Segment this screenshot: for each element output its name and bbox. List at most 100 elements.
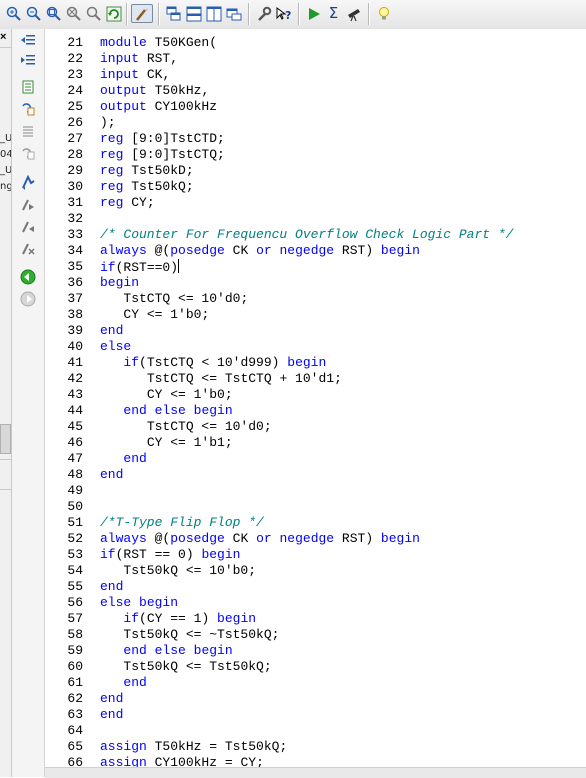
- bookmark-prev-icon[interactable]: [19, 219, 37, 235]
- code-line[interactable]: end: [100, 675, 146, 691]
- run-icon[interactable]: [304, 4, 323, 23]
- code-line[interactable]: end: [100, 691, 123, 707]
- comment-block-icon[interactable]: [19, 79, 37, 95]
- code-line[interactable]: input RST,: [100, 51, 178, 67]
- line-number: 48: [67, 467, 83, 482]
- refresh-icon[interactable]: [104, 4, 123, 23]
- code-line[interactable]: if(CY == 1) begin: [100, 611, 256, 627]
- line-number: 57: [67, 611, 83, 626]
- code-line[interactable]: output CY100kHz: [100, 99, 217, 115]
- window-arrange-icon[interactable]: [224, 4, 243, 23]
- code-line[interactable]: assign T50kHz = Tst50kQ;: [100, 739, 287, 755]
- tile-horizontal-icon[interactable]: [184, 4, 203, 23]
- line-number: 27: [67, 131, 83, 146]
- go-forward-icon[interactable]: [19, 291, 37, 307]
- lightbulb-icon[interactable]: [374, 4, 393, 23]
- select-icon[interactable]: [131, 4, 153, 23]
- code-line[interactable]: end: [100, 451, 146, 467]
- telescope-icon[interactable]: [344, 4, 363, 23]
- code-line[interactable]: if(TstCTQ < 10'd999) begin: [100, 355, 326, 371]
- horizontal-scrollbar[interactable]: [45, 767, 586, 778]
- svg-text:?: ?: [285, 9, 291, 22]
- line-number: 37: [67, 291, 83, 306]
- line-number: 32: [67, 211, 83, 226]
- code-line[interactable]: end: [100, 323, 123, 339]
- code-line[interactable]: end else begin: [100, 643, 232, 659]
- code-line[interactable]: reg [9:0]TstCTD;: [100, 131, 225, 147]
- code-line[interactable]: Tst50kQ <= 10'b0;: [100, 563, 256, 579]
- code-line[interactable]: Tst50kQ <= Tst50kQ;: [100, 659, 271, 675]
- code-line[interactable]: reg [9:0]TstCTQ;: [100, 147, 225, 163]
- code-line[interactable]: reg Tst50kQ;: [100, 179, 194, 195]
- code-line[interactable]: CY <= 1'b1;: [100, 435, 233, 451]
- line-number: 21: [67, 35, 83, 50]
- tile-vertical-icon[interactable]: [204, 4, 223, 23]
- bookmark-next-icon[interactable]: [19, 197, 37, 213]
- line-number: 25: [67, 99, 83, 114]
- code-line[interactable]: always @(posedge CK or negedge RST) begi…: [100, 243, 420, 259]
- code-line[interactable]: end: [100, 467, 123, 483]
- code-line[interactable]: );: [100, 115, 116, 131]
- line-number: 56: [67, 595, 83, 610]
- zoom-out-icon[interactable]: [24, 4, 43, 23]
- code-line[interactable]: end: [100, 579, 123, 595]
- toolbar-separator: [248, 3, 250, 25]
- line-number: 53: [67, 547, 83, 562]
- bookmark-toggle-icon[interactable]: [19, 175, 37, 191]
- code-line[interactable]: /* Counter For Frequencu Overflow Check …: [100, 227, 513, 243]
- toolbar-separator: [126, 3, 128, 25]
- line-number: 52: [67, 531, 83, 546]
- code-line[interactable]: Tst50kQ <= ~Tst50kQ;: [100, 627, 279, 643]
- panel-scrollbar[interactable]: [0, 424, 11, 454]
- lines-icon[interactable]: [19, 123, 37, 139]
- zoom-fit-icon[interactable]: [44, 4, 63, 23]
- tree-item-fragment[interactable]: 04: [0, 149, 11, 160]
- indent-less-icon[interactable]: [19, 33, 37, 49]
- code-line[interactable]: end else begin: [100, 403, 232, 419]
- zoom-in-icon[interactable]: [4, 4, 23, 23]
- code-line[interactable]: TstCTQ <= TstCTQ + 10'd1;: [100, 371, 342, 387]
- code-line[interactable]: TstCTQ <= 10'd0;: [100, 419, 272, 435]
- divider: [0, 47, 11, 48]
- code-line[interactable]: output T50kHz,: [100, 83, 209, 99]
- line-number: 50: [67, 499, 83, 514]
- close-icon[interactable]: ×: [0, 31, 11, 43]
- line-number: 47: [67, 451, 83, 466]
- code-line[interactable]: else begin: [100, 595, 178, 611]
- code-line[interactable]: /*T-Type Flip Flop */: [100, 515, 264, 531]
- sum-icon[interactable]: Σ: [324, 4, 343, 23]
- line-number: 54: [67, 563, 83, 578]
- undo-comment-icon[interactable]: [19, 145, 37, 161]
- code-line[interactable]: begin: [100, 275, 139, 291]
- tree-item-fragment[interactable]: _U: [0, 165, 11, 176]
- uncomment-block-icon[interactable]: [19, 101, 37, 117]
- code-line[interactable]: module T50KGen(: [100, 35, 217, 51]
- code-line[interactable]: reg Tst50kD;: [100, 163, 194, 179]
- context-help-icon[interactable]: ?: [274, 4, 293, 23]
- bookmark-clear-icon[interactable]: [19, 241, 37, 257]
- code-line[interactable]: else: [100, 339, 131, 355]
- code-line[interactable]: TstCTQ <= 10'd0;: [100, 291, 248, 307]
- code-line[interactable]: CY <= 1'b0;: [100, 307, 209, 323]
- line-number: 39: [67, 323, 83, 338]
- code-line[interactable]: if(RST==0): [100, 259, 180, 275]
- tree-item-fragment[interactable]: ng: [0, 181, 11, 192]
- cascade-icon[interactable]: [164, 4, 183, 23]
- indent-more-icon[interactable]: [19, 53, 37, 69]
- code-line[interactable]: end: [100, 707, 123, 723]
- zoom-select-icon[interactable]: [84, 4, 103, 23]
- zoom-full-icon[interactable]: [64, 4, 83, 23]
- code-line[interactable]: input CK,: [100, 67, 170, 83]
- code-line[interactable]: reg CY;: [100, 195, 155, 211]
- go-back-icon[interactable]: [19, 269, 37, 285]
- tree-item-fragment[interactable]: _U: [0, 133, 11, 144]
- code-line[interactable]: CY <= 1'b0;: [100, 387, 233, 403]
- line-number: 42: [67, 371, 83, 386]
- code-line[interactable]: always @(posedge CK or negedge RST) begi…: [100, 531, 420, 547]
- line-number: 22: [67, 51, 83, 66]
- toolbar-separator: [368, 3, 370, 25]
- line-number: 55: [67, 579, 83, 594]
- line-number: 62: [67, 691, 83, 706]
- settings-wrench-icon[interactable]: [254, 4, 273, 23]
- code-line[interactable]: if(RST == 0) begin: [100, 547, 240, 563]
